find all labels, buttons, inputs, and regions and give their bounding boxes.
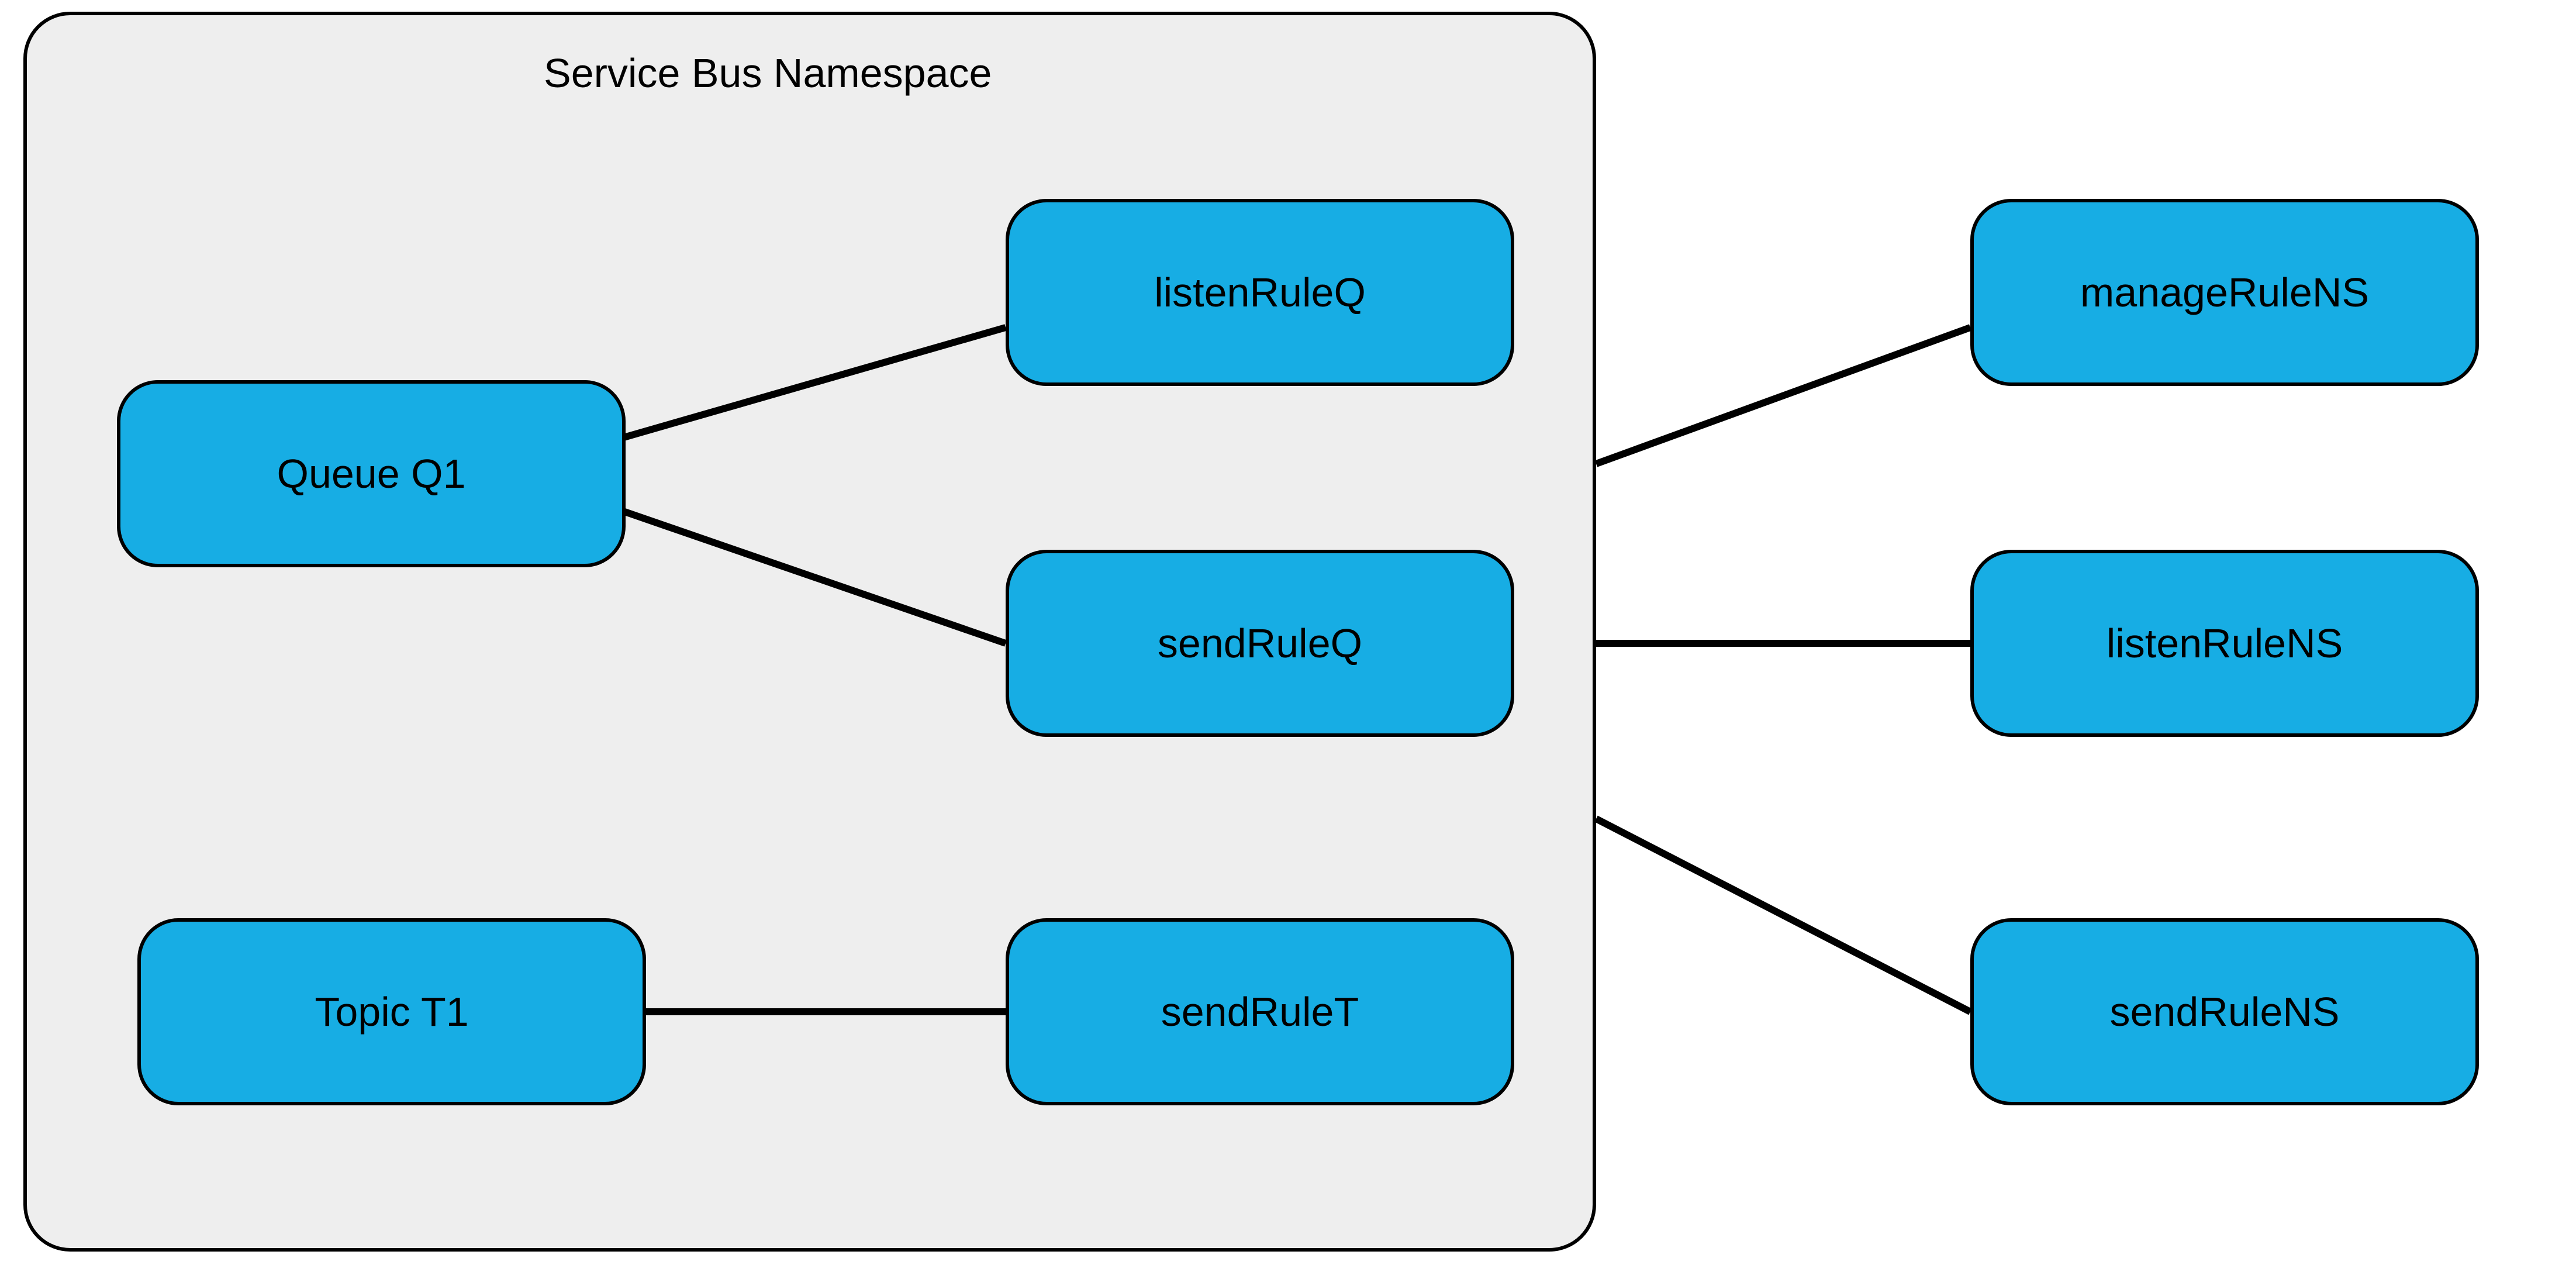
diagram-canvas: Service Bus Namespace Queue Q1 Topic T1 … — [0, 0, 2576, 1265]
manage-rule-ns-node: manageRuleNS — [1970, 199, 2479, 386]
topic-t1-label: Topic T1 — [315, 988, 468, 1035]
send-rule-q-label: sendRuleQ — [1158, 620, 1362, 667]
edge-namespace-to-managerulens — [1596, 328, 1970, 464]
listen-rule-q-label: listenRuleQ — [1154, 269, 1366, 316]
send-rule-t-label: sendRuleT — [1161, 988, 1359, 1035]
queue-q1-node: Queue Q1 — [117, 380, 626, 567]
listen-rule-q-node: listenRuleQ — [1006, 199, 1514, 386]
send-rule-q-node: sendRuleQ — [1006, 550, 1514, 737]
send-rule-ns-node: sendRuleNS — [1970, 918, 2479, 1105]
namespace-title: Service Bus Namespace — [544, 50, 992, 96]
edge-namespace-to-sendrulens — [1596, 819, 1970, 1012]
topic-t1-node: Topic T1 — [137, 918, 646, 1105]
queue-q1-label: Queue Q1 — [277, 450, 466, 497]
send-rule-ns-label: sendRuleNS — [2110, 988, 2340, 1035]
send-rule-t-node: sendRuleT — [1006, 918, 1514, 1105]
listen-rule-ns-node: listenRuleNS — [1970, 550, 2479, 737]
listen-rule-ns-label: listenRuleNS — [2107, 620, 2343, 667]
manage-rule-ns-label: manageRuleNS — [2080, 269, 2369, 316]
